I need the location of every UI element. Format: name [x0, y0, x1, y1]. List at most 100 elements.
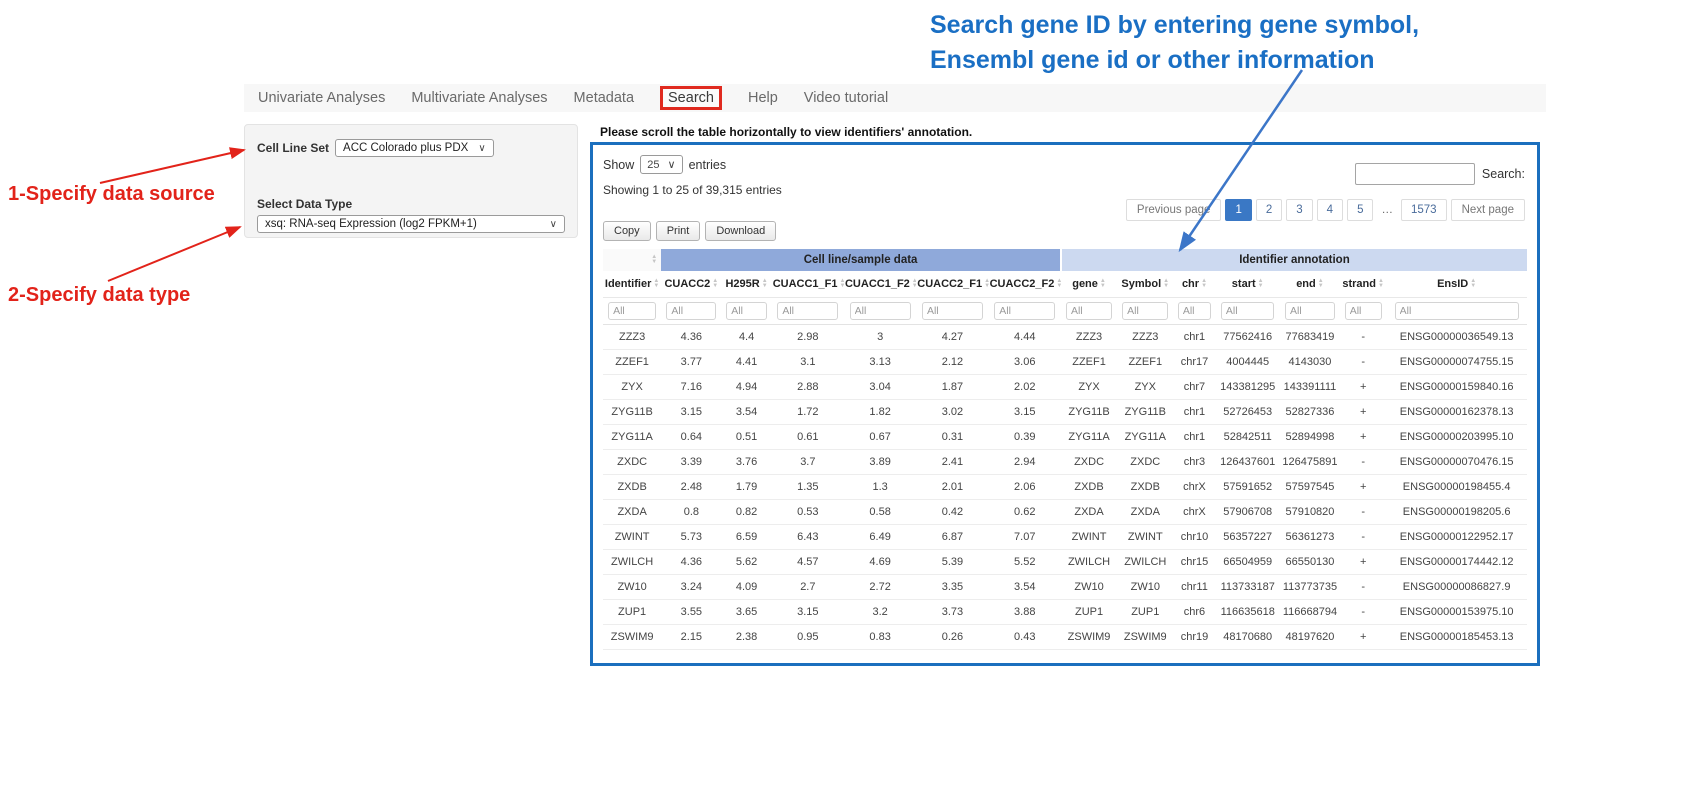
annotation-step1: 1-Specify data source [8, 183, 215, 206]
cell-cuacc2-f2: 3.88 [989, 600, 1061, 625]
cell-start: 143381295 [1216, 375, 1280, 400]
column-header-strand[interactable]: strand▲▼ [1340, 271, 1386, 298]
cell-cuacc1-f2: 0.58 [844, 500, 916, 525]
table-row[interactable]: ZXDA0.80.820.530.580.420.62ZXDAZXDAchrX5… [603, 500, 1527, 525]
table-row[interactable]: ZXDB2.481.791.351.32.012.06ZXDBZXDBchrX5… [603, 475, 1527, 500]
column-header-cuacc2-f1[interactable]: CUACC2_F1▲▼ [916, 271, 988, 298]
column-header-cuacc2[interactable]: CUACC2▲▼ [661, 271, 721, 298]
filter-input-cuacc2-f2[interactable] [994, 302, 1055, 320]
cell-h295r: 4.09 [721, 575, 771, 600]
nav-tab-search[interactable]: Search [660, 86, 722, 110]
column-header-symbol[interactable]: Symbol▲▼ [1117, 271, 1173, 298]
cell-h295r: 0.82 [721, 500, 771, 525]
cell-end: 48197620 [1280, 625, 1340, 650]
cell-start: 56357227 [1216, 525, 1280, 550]
filter-input-cuacc1-f1[interactable] [777, 302, 838, 320]
filter-input-cuacc2[interactable] [666, 302, 716, 320]
filter-input-symbol[interactable] [1122, 302, 1168, 320]
table-row[interactable]: ZSWIM92.152.380.950.830.260.43ZSWIM9ZSWI… [603, 625, 1527, 650]
filter-cell [916, 298, 988, 325]
cell-gene: ZYX [1061, 375, 1117, 400]
data-type-select[interactable]: xsq: RNA-seq Expression (log2 FPKM+1) ∨ [257, 215, 565, 233]
copy-button[interactable]: Copy [603, 221, 651, 241]
table-row[interactable]: ZYG11B3.153.541.721.823.023.15ZYG11BZYG1… [603, 400, 1527, 425]
nav-tab-multivariate-analyses[interactable]: Multivariate Analyses [411, 90, 547, 106]
filter-input-start[interactable] [1221, 302, 1275, 320]
table-group-header-row: ▲▼Cell line/sample dataIdentifier annota… [603, 249, 1527, 271]
nav-tab-univariate-analyses[interactable]: Univariate Analyses [258, 90, 385, 106]
pagination-previous-button[interactable]: Previous page [1126, 199, 1222, 221]
table-row[interactable]: ZZZ34.364.42.9834.274.44ZZZ3ZZZ3chr17756… [603, 325, 1527, 350]
filter-input-h295r[interactable] [726, 302, 767, 320]
cell-chr: chr6 [1173, 600, 1215, 625]
table-row[interactable]: ZUP13.553.653.153.23.733.88ZUP1ZUP1chr61… [603, 600, 1527, 625]
pagination-page-1573[interactable]: 1573 [1401, 199, 1447, 221]
cell-chr: chr15 [1173, 550, 1215, 575]
cell-cuacc2-f1: 2.12 [916, 350, 988, 375]
nav-tab-video-tutorial[interactable]: Video tutorial [804, 90, 888, 106]
cell-symbol: ZZZ3 [1117, 325, 1173, 350]
table-row[interactable]: ZWINT5.736.596.436.496.877.07ZWINTZWINTc… [603, 525, 1527, 550]
filter-input-strand[interactable] [1345, 302, 1382, 320]
column-header-start[interactable]: start▲▼ [1216, 271, 1280, 298]
table-row[interactable]: ZYX7.164.942.883.041.872.02ZYXZYXchr7143… [603, 375, 1527, 400]
cell-line-set-select[interactable]: ACC Colorado plus PDX ∨ [335, 139, 494, 157]
sort-icon: ▲▼ [1318, 279, 1324, 289]
chevron-down-icon: ∨ [668, 158, 676, 171]
pagination-page-1[interactable]: 1 [1225, 199, 1251, 221]
print-button[interactable]: Print [656, 221, 701, 241]
column-header-end[interactable]: end▲▼ [1280, 271, 1340, 298]
pagination-page-4[interactable]: 4 [1317, 199, 1343, 221]
column-header-gene[interactable]: gene▲▼ [1061, 271, 1117, 298]
cell-cuacc1-f1: 4.57 [772, 550, 844, 575]
cell-start: 116635618 [1216, 600, 1280, 625]
filter-input-cuacc2-f1[interactable] [922, 302, 983, 320]
cell-symbol: ZWINT [1117, 525, 1173, 550]
filter-input-gene[interactable] [1066, 302, 1112, 320]
nav-tab-help[interactable]: Help [748, 90, 778, 106]
cell-cuacc2-f1: 0.26 [916, 625, 988, 650]
filter-input-end[interactable] [1285, 302, 1335, 320]
download-button[interactable]: Download [705, 221, 776, 241]
pagination-page-3[interactable]: 3 [1286, 199, 1312, 221]
table-row[interactable]: ZW103.244.092.72.723.353.54ZW10ZW10chr11… [603, 575, 1527, 600]
cell-end: 57910820 [1280, 500, 1340, 525]
table-row[interactable]: ZZEF13.774.413.13.132.123.06ZZEF1ZZEF1ch… [603, 350, 1527, 375]
cell-cuacc2-f2: 7.07 [989, 525, 1061, 550]
column-header-cuacc1-f1[interactable]: CUACC1_F1▲▼ [772, 271, 844, 298]
pagination-page-2[interactable]: 2 [1256, 199, 1282, 221]
column-header-label: CUACC2 [664, 278, 710, 290]
sort-down-icon: ▼ [912, 284, 917, 289]
filter-input-ensid[interactable] [1395, 302, 1519, 320]
filter-input-identifier[interactable] [608, 302, 656, 320]
table-row[interactable]: ZWILCH4.365.624.574.695.395.52ZWILCHZWIL… [603, 550, 1527, 575]
column-header-identifier[interactable]: Identifier▲▼ [603, 271, 661, 298]
column-header-h295r[interactable]: H295R▲▼ [721, 271, 771, 298]
page-length-select[interactable]: 25 ∨ [640, 155, 682, 174]
column-header-ensid[interactable]: EnsID▲▼ [1386, 271, 1527, 298]
column-header-cuacc2-f2[interactable]: CUACC2_F2▲▼ [989, 271, 1061, 298]
show-entries-control: Show 25 ∨ entries [603, 155, 726, 174]
filter-input-chr[interactable] [1178, 302, 1211, 320]
sort-down-icon: ▼ [712, 284, 718, 289]
cell-ensid: ENSG00000174442.12 [1386, 550, 1527, 575]
cell-ensid: ENSG00000074755.15 [1386, 350, 1527, 375]
table-row[interactable]: ZXDC3.393.763.73.892.412.94ZXDCZXDCchr31… [603, 450, 1527, 475]
cell-cuacc1-f1: 3.1 [772, 350, 844, 375]
table-filter-row [603, 298, 1527, 325]
column-header-label: Symbol [1121, 278, 1161, 290]
column-header-cuacc1-f2[interactable]: CUACC1_F2▲▼ [844, 271, 916, 298]
pagination-next-button[interactable]: Next page [1451, 199, 1525, 221]
cell-chr: chr17 [1173, 350, 1215, 375]
cell-strand: - [1340, 500, 1386, 525]
cell-h295r: 5.62 [721, 550, 771, 575]
nav-tab-metadata[interactable]: Metadata [574, 90, 634, 106]
column-header-label: Identifier [605, 278, 651, 290]
table-sort-corner[interactable]: ▲▼ [603, 249, 661, 271]
filter-input-cuacc1-f2[interactable] [850, 302, 911, 320]
table-row[interactable]: ZYG11A0.640.510.610.670.310.39ZYG11AZYG1… [603, 425, 1527, 450]
pagination-page-5[interactable]: 5 [1347, 199, 1373, 221]
column-header-chr[interactable]: chr▲▼ [1173, 271, 1215, 298]
sort-down-icon: ▼ [653, 284, 659, 289]
table-search-input[interactable] [1355, 163, 1475, 185]
